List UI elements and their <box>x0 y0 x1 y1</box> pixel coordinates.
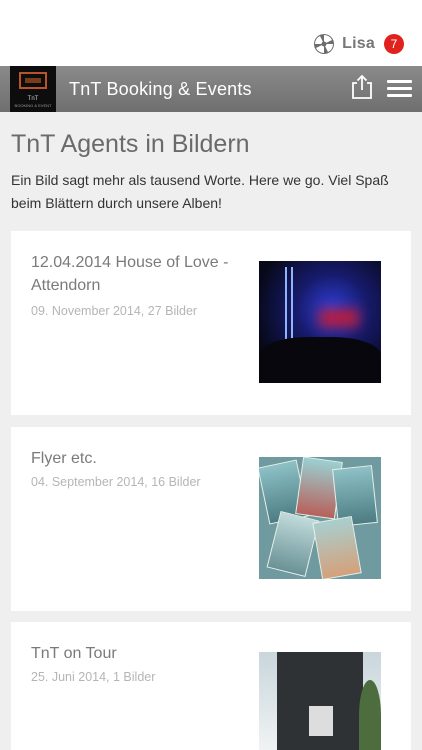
page-title: TnT Agents in Bildern <box>11 130 250 158</box>
menu-bar <box>387 94 412 97</box>
album-meta: 25. Juni 2014, 1 Bilder <box>31 670 156 684</box>
label-graphic <box>309 706 333 736</box>
album-thumbnail[interactable] <box>259 261 381 383</box>
app-logo[interactable]: TnT BOOKING & EVENT <box>10 66 56 112</box>
album-title[interactable]: TnT on Tour <box>31 642 241 665</box>
share-icon[interactable] <box>350 74 374 100</box>
notification-badge[interactable]: 7 <box>384 34 404 54</box>
logo-text: TnT <box>27 96 39 102</box>
flyer-graphic <box>312 515 362 579</box>
hamburger-menu-icon[interactable] <box>387 80 412 98</box>
palm-graphic <box>359 680 381 750</box>
album-card[interactable]: 12.04.2014 House of Love - Attendorn 09.… <box>11 231 411 415</box>
pinwheel-logo-icon <box>314 34 335 54</box>
crowd-silhouette <box>259 337 381 383</box>
stage-light <box>319 309 359 327</box>
album-title[interactable]: 12.04.2014 House of Love - Attendorn <box>31 251 241 297</box>
menu-bar <box>387 80 412 83</box>
intro-text: Ein Bild sagt mehr als tausend Worte. He… <box>11 172 389 211</box>
user-account[interactable]: Lisa 7 <box>313 33 404 55</box>
album-title[interactable]: Flyer etc. <box>31 447 241 470</box>
main-content: TnT Agents in Bildern Ein Bild sagt mehr… <box>0 112 422 750</box>
stage-truss <box>285 267 293 339</box>
album-card[interactable]: Flyer etc. 04. September 2014, 16 Bilder <box>11 427 411 611</box>
album-thumbnail[interactable] <box>259 652 381 750</box>
album-meta: 04. September 2014, 16 Bilder <box>31 475 201 489</box>
album-thumbnail[interactable] <box>259 457 381 579</box>
album-card[interactable]: TnT on Tour 25. Juni 2014, 1 Bilder <box>11 622 411 750</box>
menu-bar <box>387 87 412 90</box>
sign-graphic <box>19 72 47 89</box>
user-name: Lisa <box>342 35 375 52</box>
album-meta: 09. November 2014, 27 Bilder <box>31 304 198 318</box>
app-navbar: TnT BOOKING & EVENT TnT Booking & Events <box>0 66 422 112</box>
logo-subtext: BOOKING & EVENT <box>14 103 52 108</box>
status-area: Lisa 7 <box>0 0 422 66</box>
app-title: TnT Booking & Events <box>69 78 252 99</box>
